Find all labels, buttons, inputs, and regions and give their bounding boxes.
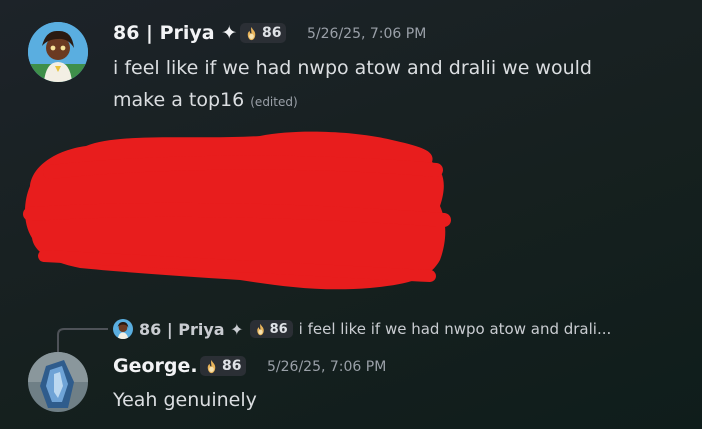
chat-viewport: { "messages": [ { "author": "86 | Priya … bbox=[0, 0, 702, 429]
clan-flame-icon bbox=[207, 359, 216, 373]
message-text: Yeah genuinely bbox=[113, 389, 257, 411]
reply-clan-tag: 86 bbox=[249, 320, 293, 338]
reply-text: i feel like if we had nwpo atow and dral… bbox=[298, 320, 612, 338]
clan-tag-label: 86 bbox=[222, 358, 242, 374]
clan-flame-icon bbox=[256, 323, 264, 335]
reply-preview[interactable]: 86 | Priya ✦ 86 i feel like if we had nw… bbox=[113, 318, 611, 340]
reply-clan-tag-label: 86 bbox=[269, 321, 288, 337]
reply-avatar-priya bbox=[113, 319, 133, 339]
clan-tag[interactable]: 86 bbox=[200, 356, 247, 376]
avatar-george[interactable] bbox=[28, 352, 88, 412]
reply-author: 86 | Priya ✦ bbox=[139, 319, 244, 339]
message-timestamp[interactable]: 5/26/25, 7:06 PM bbox=[267, 359, 386, 375]
reply-connector bbox=[57, 328, 108, 352]
author-name[interactable]: George. bbox=[113, 355, 198, 377]
